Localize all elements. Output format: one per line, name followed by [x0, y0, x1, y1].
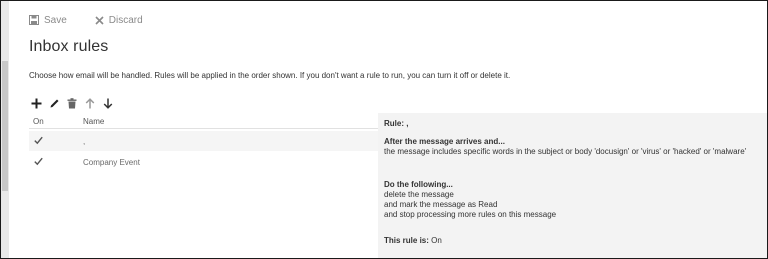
edit-rule-button[interactable] [47, 96, 61, 110]
edit-icon [50, 99, 58, 107]
inbox-rules-window: Save Discard Inbox rules Choose how emai… [0, 0, 768, 259]
rule-status-section: This rule is: On [384, 236, 759, 246]
status-value: On [431, 236, 442, 245]
delete-rule-button[interactable] [65, 96, 79, 110]
rules-grid-header: On Name [29, 115, 378, 129]
move-up-icon [85, 97, 95, 108]
action-item: and stop processing more rules on this m… [384, 210, 557, 219]
table-row[interactable]: , [29, 131, 378, 151]
move-up-button[interactable] [83, 96, 97, 110]
table-row[interactable]: Company Event [29, 152, 378, 172]
status-label: This rule is: [384, 236, 429, 245]
discard-button[interactable]: Discard [95, 15, 143, 26]
save-label: Save [44, 14, 67, 26]
rule-action-section: Do the following... delete the message a… [384, 180, 759, 220]
discard-label: Discard [108, 14, 143, 26]
save-button[interactable]: Save [29, 15, 67, 26]
add-icon [31, 98, 41, 108]
action-item: and mark the message as Read [384, 200, 498, 209]
move-down-button[interactable] [101, 96, 115, 110]
column-header-on[interactable]: On [33, 117, 44, 126]
scrollbar[interactable] [1, 1, 9, 258]
checkbox-checked-icon[interactable] [34, 136, 43, 145]
action-item: delete the message [384, 190, 454, 199]
save-icon [29, 15, 39, 25]
checkbox-checked-icon[interactable] [34, 157, 43, 166]
add-rule-button[interactable] [29, 96, 43, 110]
delete-icon [67, 97, 77, 108]
rule-detail-title: Rule: , [384, 119, 409, 128]
rule-name: , [83, 137, 86, 146]
page-title: Inbox rules [29, 38, 109, 55]
condition-text: the message includes specific words in t… [384, 147, 747, 156]
scrollbar-thumb[interactable] [2, 61, 8, 191]
rule-name: Company Event [83, 158, 140, 167]
rule-actions-toolbar [29, 96, 119, 110]
command-bar: Save Discard [29, 12, 171, 28]
column-header-name[interactable]: Name [83, 117, 104, 126]
page-description: Choose how email will be handled. Rules … [29, 71, 511, 80]
rule-condition-section: After the message arrives and... the mes… [384, 137, 759, 157]
action-heading: Do the following... [384, 180, 453, 189]
close-icon [95, 15, 104, 25]
rule-detail-panel: Rule: , After the message arrives and...… [378, 113, 767, 258]
move-down-icon [103, 98, 113, 109]
condition-heading: After the message arrives and... [384, 137, 505, 146]
